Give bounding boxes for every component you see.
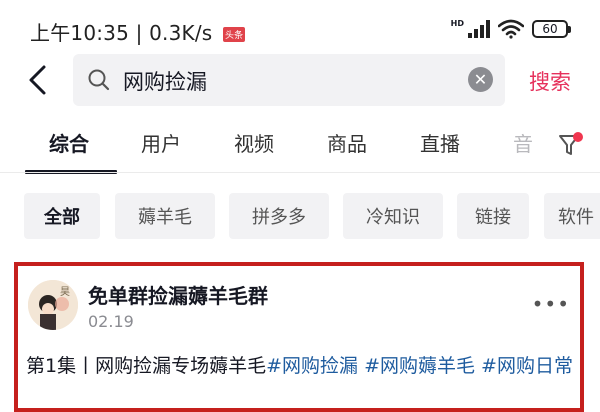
filter-chips: 全部 薅羊毛 拼多多 冷知识 链接 软件 [0,193,600,239]
tab-videos[interactable]: 视频 [234,128,274,157]
clear-icon[interactable]: ✕ [468,67,493,92]
post-date: 02.19 [88,312,134,331]
chip-pinduoduo[interactable]: 拼多多 [229,193,329,239]
battery-level: 60 [542,22,558,36]
app-notification-badge: 头条 [222,27,246,42]
video-result-card[interactable]: 昊 免单群捡漏薅羊毛群 02.19 ••• 第1集丨网购捡漏专场薅羊毛#网购捡漏… [14,262,584,412]
avatar-illustration: 昊 [28,280,78,330]
chip-software[interactable]: 软件 [544,193,600,239]
hashtag-link[interactable]: #网购薅羊毛 [364,355,475,377]
tab-users[interactable]: 用户 [141,128,181,157]
wifi-icon [498,19,524,39]
status-bar: 上午10:35 | 0.3K/s 头条 HD 60 [0,0,600,56]
status-time-speed: 上午10:35 | 0.3K/s 头条 [30,17,246,46]
caption-text: 第1集丨网购捡漏专场薅羊毛 [26,355,267,377]
chevron-left-icon[interactable] [22,62,58,98]
author-name[interactable]: 免单群捡漏薅羊毛群 [88,280,268,309]
video-caption[interactable]: 第1集丨网购捡漏专场薅羊毛#网购捡漏 #网购薅羊毛 #网购日常 [26,352,574,380]
search-header: 网购捡漏 ✕ 搜索 [0,54,600,108]
tab-products[interactable]: 商品 [327,128,367,157]
more-icon[interactable]: ••• [532,292,570,316]
hashtag-link[interactable]: #网购日常 [481,355,573,377]
clock-time: 上午10:35 [30,21,130,45]
status-icons: HD 60 [450,18,571,40]
chip-all[interactable]: 全部 [24,193,100,239]
chip-links[interactable]: 链接 [457,193,529,239]
search-input[interactable]: 网购捡漏 ✕ [73,54,505,106]
tab-music[interactable]: 音 [513,128,533,157]
avatar-char: 昊 [60,286,70,298]
hd-icon: HD [450,18,464,28]
result-type-tabs: 综合 用户 视频 商品 直播 音 [0,124,600,174]
chip-trivia[interactable]: 冷知识 [343,193,443,239]
chip-bargain[interactable]: 薅羊毛 [115,193,215,239]
avatar[interactable]: 昊 [28,280,78,330]
network-speed: 0.3K/s [149,21,213,45]
search-query-text[interactable]: 网购捡漏 [123,66,207,96]
filter-icon[interactable] [556,130,586,160]
tab-comprehensive[interactable]: 综合 [49,128,89,157]
search-button[interactable]: 搜索 [529,66,571,96]
battery-icon: 60 [532,20,571,38]
tab-live[interactable]: 直播 [420,128,460,157]
signal-icon [468,20,490,38]
tabs-divider [0,172,600,173]
status-separator: | [135,21,150,45]
hashtag-link[interactable]: #网购捡漏 [266,355,358,377]
search-icon [88,69,110,91]
